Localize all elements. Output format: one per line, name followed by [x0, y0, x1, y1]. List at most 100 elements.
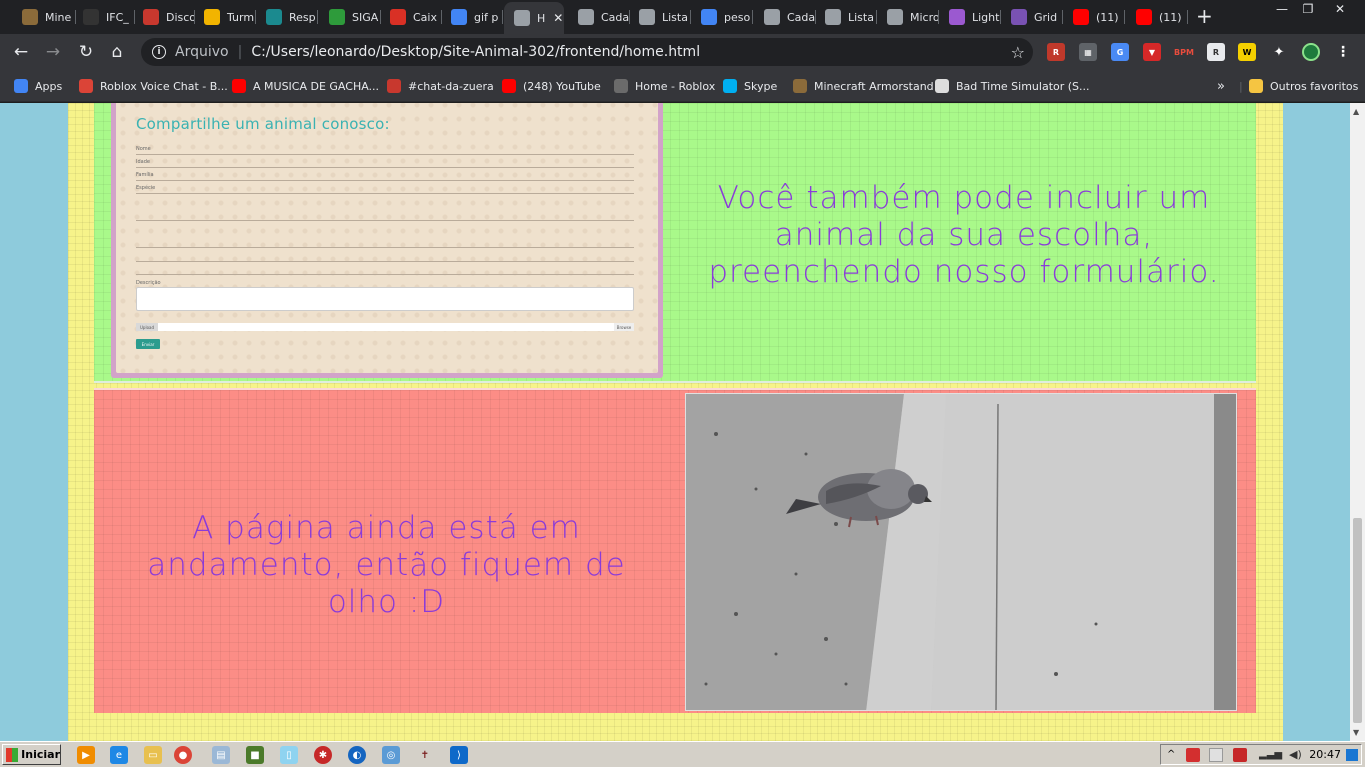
profile-avatar[interactable] [1302, 43, 1320, 61]
calculator-icon[interactable]: ▤ [212, 746, 230, 764]
browser-tab[interactable]: SIGA [319, 4, 381, 30]
bpm-extension-icon[interactable]: BPM [1174, 43, 1194, 61]
bookmark-item[interactable]: Apps [14, 77, 62, 95]
vscode-icon[interactable]: ⟩ [450, 746, 468, 764]
close-window-button[interactable]: ✕ [1325, 0, 1355, 18]
forward-button[interactable]: → [42, 41, 64, 63]
browser-tab[interactable]: gif p [441, 4, 503, 30]
form-input-extra-2[interactable] [136, 247, 634, 248]
form-section: Compartilhe um animal conosco: Nome Idad… [94, 103, 1256, 383]
scroll-thumb[interactable] [1353, 518, 1362, 723]
tab-label: Resp [289, 10, 316, 24]
form-description-textarea[interactable] [136, 287, 634, 311]
browser-tab[interactable]: IFC_ [73, 4, 135, 30]
form-input-family[interactable] [136, 180, 634, 181]
tab-label: SIGA [352, 10, 379, 24]
restore-button[interactable]: ❐ [1293, 0, 1323, 18]
form-input-extra-1[interactable] [136, 220, 634, 221]
browser-tab[interactable]: peso [691, 4, 753, 30]
app-icon[interactable]: ◎ [382, 746, 400, 764]
show-desktop-icon[interactable] [1346, 748, 1358, 761]
shield-extension-icon[interactable]: ▼ [1143, 43, 1161, 61]
notes-icon[interactable]: ▯ [280, 746, 298, 764]
back-button[interactable]: ← [10, 41, 32, 63]
browser-tab[interactable]: Cada [568, 4, 630, 30]
bookmark-item[interactable]: (248) YouTube [502, 77, 601, 95]
volume-icon[interactable]: ◀) [1289, 748, 1302, 761]
globe-icon [639, 9, 655, 25]
submit-button[interactable]: Enviar [136, 339, 160, 349]
tabs-extension-icon[interactable]: R [1207, 43, 1225, 61]
tray-app-icon[interactable] [1186, 747, 1200, 762]
tab-label: Cada [787, 10, 816, 24]
internet-explorer-icon[interactable]: e [110, 746, 128, 764]
bookmark-item[interactable]: Skype [723, 77, 777, 95]
page-scrollbar[interactable]: ▲ ▼ [1350, 103, 1365, 741]
other-bookmarks[interactable]: Outros favoritos [1249, 77, 1358, 95]
tab-separator [1187, 10, 1188, 24]
browser-tab[interactable]: (11) [1126, 4, 1188, 30]
browser-tab[interactable]: Turm [194, 4, 256, 30]
figure-icon[interactable]: ✝ [416, 746, 434, 764]
network-icon[interactable]: ▂▃▅ [1259, 749, 1282, 760]
bookmark-item[interactable]: A MUSICA DE GACHA... [232, 77, 379, 95]
start-label: Iniciar [21, 748, 60, 761]
form-input-age[interactable] [136, 167, 634, 168]
close-tab-icon[interactable]: ✕ [553, 11, 563, 25]
browser-tab[interactable]: Light [939, 4, 1001, 30]
reload-button[interactable]: ↻ [75, 41, 97, 63]
address-divider: | [237, 44, 243, 60]
site-info-icon[interactable]: i [152, 45, 166, 59]
minecraft-armorstand-icon [22, 9, 38, 25]
browse-button[interactable]: Browse [614, 323, 634, 331]
tab-label: gif p [474, 10, 499, 24]
scroll-up-arrow[interactable]: ▲ [1353, 107, 1359, 116]
browser-tab[interactable]: (11) [1063, 4, 1125, 30]
minecraft-icon[interactable]: ■ [246, 746, 264, 764]
form-input-name[interactable] [136, 154, 634, 155]
bookmark-item[interactable]: Roblox Voice Chat - B... [79, 77, 228, 95]
counter-extension-icon[interactable]: ▦ [1079, 43, 1097, 61]
tool-icon[interactable]: ✱ [314, 746, 332, 764]
firefox-icon[interactable]: ◐ [348, 746, 366, 764]
browser-tab[interactable]: Grid [1001, 4, 1063, 30]
browser-tab[interactable]: Caix [380, 4, 442, 30]
upload-button[interactable]: Upload [136, 323, 158, 331]
translate-extension-icon[interactable]: G [1111, 43, 1129, 61]
browser-tab[interactable]: Lista [815, 4, 877, 30]
media-player-icon[interactable]: ▶ [77, 746, 95, 764]
bookmark-item[interactable]: Minecraft Armorstand [793, 77, 934, 95]
scroll-down-arrow[interactable]: ▼ [1353, 728, 1359, 737]
browser-tab[interactable]: Disco [133, 4, 195, 30]
w-extension-icon[interactable]: W [1238, 43, 1256, 61]
browser-tab[interactable]: Micro [877, 4, 939, 30]
browser-tab[interactable]: Cada [754, 4, 816, 30]
form-input-extra-4[interactable] [136, 274, 634, 275]
new-tab-button[interactable]: + [1196, 6, 1213, 26]
browser-tab[interactable]: H ✕ [504, 2, 564, 34]
browser-tab[interactable]: Mine [12, 4, 76, 30]
tray-shield-icon[interactable] [1209, 747, 1223, 762]
extensions-puzzle-icon[interactable]: ✦ [1270, 43, 1288, 61]
form-input-species[interactable] [136, 193, 634, 194]
bookmark-item[interactable]: Bad Time Simulator (S... [935, 77, 1090, 95]
home-button[interactable]: ⌂ [106, 41, 128, 63]
chrome-taskbar-icon[interactable]: ● [174, 746, 192, 764]
bookmark-item[interactable]: #chat-da-zuera [387, 77, 494, 95]
browser-tab[interactable]: Lista [629, 4, 691, 30]
bookmark-star-icon[interactable]: ☆ [1011, 43, 1025, 62]
bookmark-item[interactable]: Home - Roblox [614, 77, 715, 95]
start-button[interactable]: Iniciar [2, 744, 61, 765]
tray-alert-icon[interactable] [1233, 747, 1247, 762]
google-icon [451, 9, 467, 25]
address-bar[interactable]: i Arquivo | C:/Users/leonardo/Desktop/Si… [141, 38, 1033, 66]
menu-kebab-icon[interactable]: ⋮ [1334, 43, 1352, 61]
form-input-extra-3[interactable] [136, 261, 634, 262]
file-upload[interactable]: Upload Browse [136, 323, 634, 331]
clock[interactable]: 20:47 [1309, 748, 1341, 761]
tray-expand-icon[interactable]: ^ [1167, 749, 1175, 760]
browser-tab[interactable]: Resp [256, 4, 318, 30]
roblox-extension-icon[interactable]: R [1047, 43, 1065, 61]
explorer-folder-icon[interactable]: ▭ [144, 746, 162, 764]
more-bookmarks-icon[interactable]: » [1217, 77, 1225, 95]
